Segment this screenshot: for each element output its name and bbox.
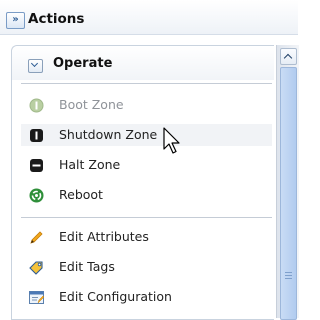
configuration-icon [29, 291, 44, 304]
menu-item-reboot[interactable]: Reboot [21, 184, 272, 206]
menu-item-boot-zone: Boot Zone [21, 94, 272, 116]
menu-item-edit-attributes[interactable]: Edit Attributes [21, 226, 272, 248]
menu-item-label: Reboot [59, 187, 103, 202]
menu-item-halt-zone[interactable]: Halt Zone [21, 154, 272, 176]
actions-header: » Actions [0, 0, 298, 35]
menu-item-shutdown-zone[interactable]: Shutdown Zone [21, 124, 272, 146]
menu-item-label: Edit Configuration [59, 289, 172, 304]
menu-item-label: Halt Zone [59, 157, 121, 172]
header-title: Actions [28, 11, 85, 27]
halt-zone-icon [30, 159, 43, 172]
scroll-up-arrow-icon[interactable] [280, 48, 297, 65]
pencil-icon [30, 231, 43, 244]
reboot-icon [29, 188, 44, 203]
menu-item-label: Shutdown Zone [59, 127, 158, 142]
grip-line [285, 278, 292, 279]
expand-button[interactable]: » [6, 12, 25, 29]
grip-line [285, 275, 292, 276]
menu-item-label: Edit Attributes [59, 229, 149, 244]
panel-title: Operate [53, 56, 113, 71]
shutdown-zone-icon [30, 129, 43, 142]
menu-item-label: Boot Zone [59, 97, 124, 112]
menu-item-label: Edit Tags [59, 259, 115, 274]
menu-item-edit-configuration[interactable]: Edit Configuration [21, 286, 272, 308]
collapse-chevron-icon[interactable] [28, 59, 43, 73]
vertical-scrollbar[interactable] [276, 45, 299, 320]
grip-line [285, 272, 292, 273]
divider [21, 83, 272, 84]
scroll-thumb[interactable] [280, 67, 297, 320]
menu-item-edit-tags[interactable]: Edit Tags [21, 256, 272, 278]
divider [21, 217, 272, 218]
tag-icon [29, 261, 43, 275]
panel-header[interactable]: Operate [12, 46, 274, 80]
operate-panel: Operate Boot Zone Shutdown Zone Halt Zon… [11, 45, 274, 320]
mouse-cursor-icon [163, 127, 180, 154]
boot-zone-icon [29, 98, 44, 113]
